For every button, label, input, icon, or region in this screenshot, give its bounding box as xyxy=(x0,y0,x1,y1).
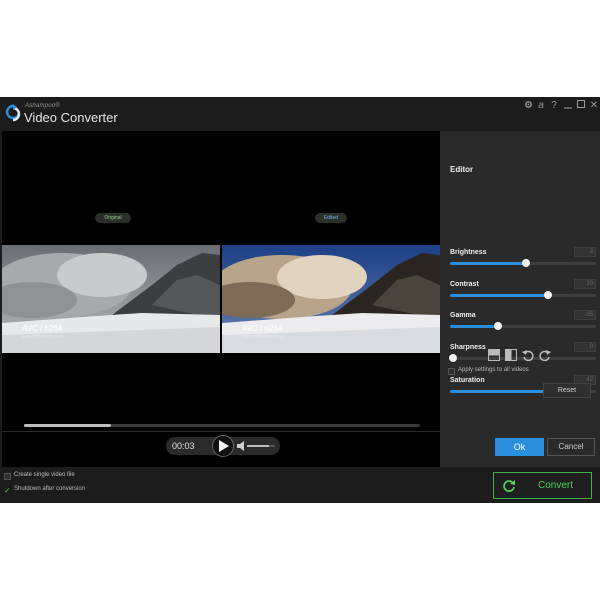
param-value-field[interactable]: 3 xyxy=(574,247,596,257)
minimize-icon[interactable] xyxy=(562,100,574,112)
time-display: 00:03 xyxy=(172,441,195,451)
divider xyxy=(2,431,440,432)
help-a-icon[interactable]: a xyxy=(535,100,547,112)
watermark-codec: AVC / h264 xyxy=(22,324,63,333)
check-icon[interactable]: ✓ xyxy=(4,486,11,496)
slider-fill xyxy=(450,325,499,328)
settings-icon[interactable] xyxy=(522,100,534,112)
playback-controls: 00:03 xyxy=(166,435,280,457)
app-logo-icon xyxy=(5,104,21,122)
slider-fill xyxy=(450,294,548,297)
volume-icon[interactable] xyxy=(237,441,245,451)
apply-all-label: Apply settings to all videos xyxy=(458,367,529,373)
slider-knob[interactable] xyxy=(448,354,457,362)
app-window: Ashampoo® Video Converter a ? ✕ Original… xyxy=(0,97,600,503)
slider-knob[interactable] xyxy=(543,291,552,299)
watermark-site: www.h264info.com xyxy=(22,334,64,340)
single-file-label: Create single video file xyxy=(14,472,75,478)
video-preview[interactable]: Original Edited AVC / h264 www.h264info.… xyxy=(2,131,440,467)
volume-slider[interactable] xyxy=(247,445,275,447)
editor-panel: Editor Brightness 3 Contrast 20 Gamma -35 Shar… xyxy=(440,131,600,467)
brand-name: Ashampoo® xyxy=(25,103,60,109)
param-label: Gamma xyxy=(450,312,476,319)
reset-button[interactable]: Reset xyxy=(543,383,591,398)
apply-all-checkbox[interactable] xyxy=(448,368,455,375)
progress-bar[interactable] xyxy=(24,424,420,427)
maximize-icon[interactable] xyxy=(575,100,587,112)
param-contrast: Contrast 20 xyxy=(450,279,596,311)
tool-icons xyxy=(488,349,552,363)
slider-knob[interactable] xyxy=(521,259,530,267)
convert-icon xyxy=(503,480,515,492)
watermark-codec: AVC / h264 xyxy=(242,324,283,333)
rotate-right-icon[interactable] xyxy=(539,349,551,361)
edited-frame: AVC / h264 www.h264info.com xyxy=(222,245,440,353)
param-brightness: Brightness 3 xyxy=(450,247,596,279)
progress-fill xyxy=(24,424,112,427)
edited-label: Edited xyxy=(315,213,347,223)
convert-button[interactable]: Convert xyxy=(493,472,592,499)
param-slider[interactable] xyxy=(450,291,596,299)
ok-button[interactable]: Ok xyxy=(495,438,544,456)
close-icon[interactable]: ✕ xyxy=(588,100,600,112)
bottom-bar: Create single video file ✓ Shutdown afte… xyxy=(0,467,600,503)
split-horizontal-icon[interactable] xyxy=(488,349,500,361)
param-slider[interactable] xyxy=(450,259,596,267)
convert-label: Convert xyxy=(538,480,574,491)
param-label: Saturation xyxy=(450,377,485,384)
param-value-field[interactable]: -35 xyxy=(574,310,596,320)
editor-title: Editor xyxy=(450,165,474,174)
cancel-button[interactable]: Cancel xyxy=(547,438,595,456)
original-frame: AVC / h264 www.h264info.com xyxy=(2,245,220,353)
question-icon[interactable]: ? xyxy=(548,100,560,112)
volume-fill xyxy=(247,445,270,447)
slider-fill xyxy=(450,262,526,265)
play-button[interactable] xyxy=(212,435,234,457)
param-value-field[interactable]: 0 xyxy=(574,342,596,352)
param-label: Brightness xyxy=(450,249,487,256)
param-slider[interactable] xyxy=(450,322,596,330)
rotate-left-icon[interactable] xyxy=(522,349,534,361)
single-file-checkbox[interactable] xyxy=(4,473,11,480)
title-bar: Ashampoo® Video Converter a ? ✕ xyxy=(0,97,600,131)
shutdown-label: Shutdown after conversion xyxy=(14,486,86,492)
original-label: Original xyxy=(95,213,131,223)
param-gamma: Gamma -35 xyxy=(450,310,596,342)
param-label: Sharpness xyxy=(450,344,486,351)
play-icon xyxy=(219,440,229,452)
param-label: Contrast xyxy=(450,281,479,288)
split-vertical-icon[interactable] xyxy=(505,349,517,361)
slider-knob[interactable] xyxy=(494,322,503,330)
app-title: Video Converter xyxy=(24,110,118,125)
param-value-field[interactable]: 20 xyxy=(574,279,596,289)
watermark-site: www.h264info.com xyxy=(242,334,284,340)
